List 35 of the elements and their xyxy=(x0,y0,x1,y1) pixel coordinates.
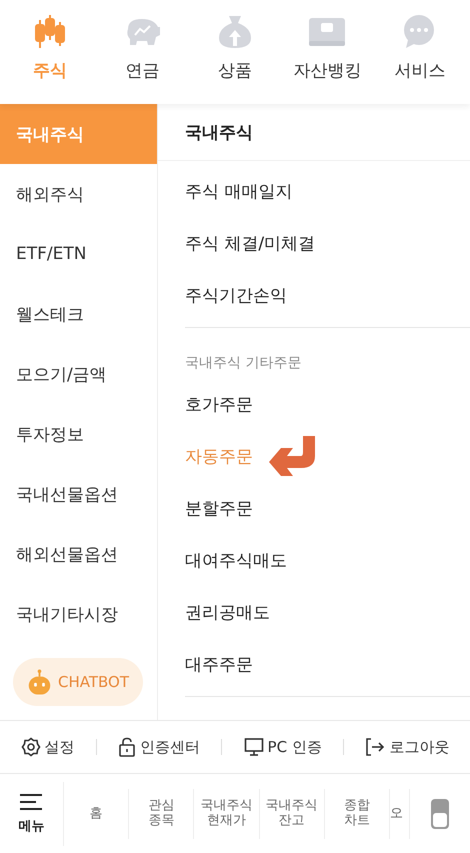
menu-link[interactable]: 주식 체결/미체결 xyxy=(185,232,316,254)
nav-item[interactable]: 오 xyxy=(390,789,410,839)
menu-link[interactable]: 주식 매매일지 xyxy=(185,180,292,202)
menu-link[interactable]: 분할주문 xyxy=(185,496,253,520)
menu-link[interactable]: 대주주문 xyxy=(185,652,253,676)
menu-link[interactable]: 호가주문 xyxy=(185,392,253,416)
menu-link[interactable]: 권리공매도 xyxy=(185,600,270,624)
menu-icon xyxy=(20,793,44,811)
top-tab[interactable]: 서비스 xyxy=(374,0,466,104)
logout-icon xyxy=(365,737,386,757)
footer-link[interactable]: PC 인증 xyxy=(240,737,326,757)
wallet-icon xyxy=(308,17,346,47)
panel-title: 국내주식 xyxy=(158,104,470,161)
candlestick-icon xyxy=(33,14,68,50)
nav-item[interactable]: 국내주식 잔고 xyxy=(260,789,325,839)
footer-link[interactable]: 인증센터 xyxy=(114,737,204,757)
top-tab[interactable]: 자산뱅킹 xyxy=(281,0,374,104)
menu-link[interactable]: 대여주식매도 xyxy=(185,548,287,572)
lock-icon xyxy=(118,737,136,757)
nav-item[interactable]: 관심 종목 xyxy=(129,789,194,839)
top-tab[interactable]: 상품 xyxy=(188,0,282,104)
top-tab[interactable]: 연금 xyxy=(96,0,189,104)
footer-link[interactable]: 설정 xyxy=(16,737,79,757)
money-bag-icon xyxy=(217,14,254,50)
toggle-icon[interactable] xyxy=(430,798,450,830)
footer-link[interactable]: 로그아웃 xyxy=(361,737,454,757)
settings-icon xyxy=(20,737,41,757)
nav-item[interactable]: 홈 xyxy=(64,789,130,839)
menu-link[interactable]: 주식기간손익 xyxy=(185,284,287,306)
nav-item[interactable]: 종합 차트 xyxy=(324,789,390,839)
nav-item[interactable]: 국내주식 현재가 xyxy=(194,789,260,839)
robot-icon xyxy=(27,667,52,697)
group-label: 국내주식 기타주문 xyxy=(185,354,302,373)
menu-button[interactable]: 메뉴 xyxy=(0,782,64,846)
monitor-icon xyxy=(244,737,264,757)
